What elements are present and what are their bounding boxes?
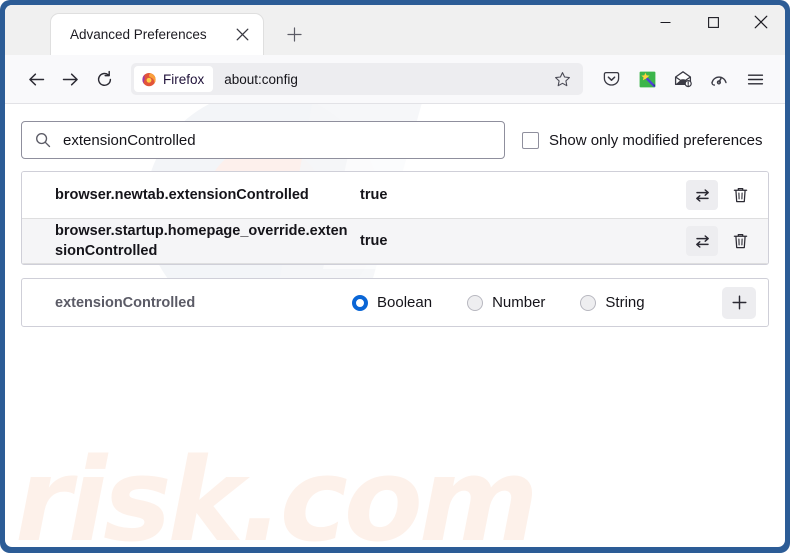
tab-close-icon[interactable] xyxy=(229,22,255,48)
pocket-icon[interactable] xyxy=(593,62,629,96)
radio-label-boolean: Boolean xyxy=(377,294,433,311)
radio-option-string[interactable]: String xyxy=(580,294,645,311)
trash-icon[interactable] xyxy=(724,180,756,210)
show-modified-preferences-toggle[interactable]: Show only modified preferences xyxy=(522,131,763,149)
browser-window: Advanced Preferences Firefox about:confi… xyxy=(5,5,785,547)
mail-icon[interactable] xyxy=(665,62,701,96)
preference-value: true xyxy=(360,233,388,249)
close-button[interactable] xyxy=(737,5,785,39)
back-arrow-icon[interactable] xyxy=(19,62,53,96)
radio-option-boolean[interactable]: Boolean xyxy=(352,294,432,311)
page-content: risk.com extensionControlled Show only m… xyxy=(5,104,785,547)
preference-name: browser.startup.homepage_override.extens… xyxy=(55,223,348,259)
watermark-text: risk.com xyxy=(15,434,539,547)
table-row[interactable]: browser.startup.homepage_override.extens… xyxy=(22,218,768,264)
radio-label-number: Number xyxy=(492,294,546,311)
show-modified-checkbox[interactable] xyxy=(522,131,539,149)
reload-icon[interactable] xyxy=(87,62,121,96)
radio-option-number[interactable]: Number xyxy=(467,294,545,311)
brand-chip: Firefox xyxy=(134,66,214,92)
radio-dot-string[interactable] xyxy=(580,294,597,311)
brand-label: Firefox xyxy=(163,71,205,87)
browser-tab[interactable]: Advanced Preferences xyxy=(51,14,263,55)
add-preference-panel: extensionControlled Boolean Number Strin… xyxy=(21,278,769,327)
url-text: about:config xyxy=(224,71,298,87)
firefox-logo-icon xyxy=(142,73,156,87)
toolbar-icon-group xyxy=(593,62,773,96)
forward-arrow-icon[interactable] xyxy=(53,62,87,96)
tab-strip: Advanced Preferences xyxy=(5,5,785,55)
radio-dot-boolean[interactable] xyxy=(352,294,368,311)
navigation-toolbar: Firefox about:config xyxy=(5,55,785,104)
row-actions xyxy=(686,180,756,210)
row-actions xyxy=(686,226,756,256)
extension-icon[interactable] xyxy=(629,62,665,96)
show-modified-label: Show only modified preferences xyxy=(549,131,763,149)
search-input-value: extensionControlled xyxy=(63,131,196,149)
tab-list: Advanced Preferences xyxy=(5,5,263,55)
star-icon[interactable] xyxy=(547,64,577,94)
window-controls xyxy=(641,5,785,39)
search-icon xyxy=(36,133,51,148)
url-bar[interactable]: Firefox about:config xyxy=(131,63,583,95)
add-preference-button[interactable] xyxy=(722,286,756,319)
toggle-arrows-icon[interactable] xyxy=(686,180,718,210)
toggle-arrows-icon[interactable] xyxy=(686,226,718,256)
new-tab-button[interactable] xyxy=(279,19,309,49)
hamburger-menu-icon[interactable] xyxy=(737,62,773,96)
browser-window-frame: Advanced Preferences Firefox about:confi… xyxy=(0,0,790,553)
add-preference-row: extensionControlled Boolean Number Strin… xyxy=(22,279,768,326)
new-preference-name: extensionControlled xyxy=(55,294,196,311)
radio-dot-number[interactable] xyxy=(467,294,484,311)
preference-type-options: Boolean Number String xyxy=(352,294,722,311)
tab-title: Advanced Preferences xyxy=(70,27,207,42)
preference-value: true xyxy=(360,187,388,203)
minimize-button[interactable] xyxy=(641,5,689,39)
table-row[interactable]: browser.newtab.extensionControlled true xyxy=(22,172,768,218)
sync-account-icon[interactable] xyxy=(701,62,737,96)
preferences-table: browser.newtab.extensionControlled true xyxy=(21,171,769,265)
search-input[interactable]: extensionControlled xyxy=(21,121,505,159)
maximize-button[interactable] xyxy=(689,5,737,39)
search-row: extensionControlled Show only modified p… xyxy=(5,104,785,159)
trash-icon[interactable] xyxy=(724,226,756,256)
preference-name: browser.newtab.extensionControlled xyxy=(55,187,309,203)
radio-label-string: String xyxy=(605,294,645,311)
